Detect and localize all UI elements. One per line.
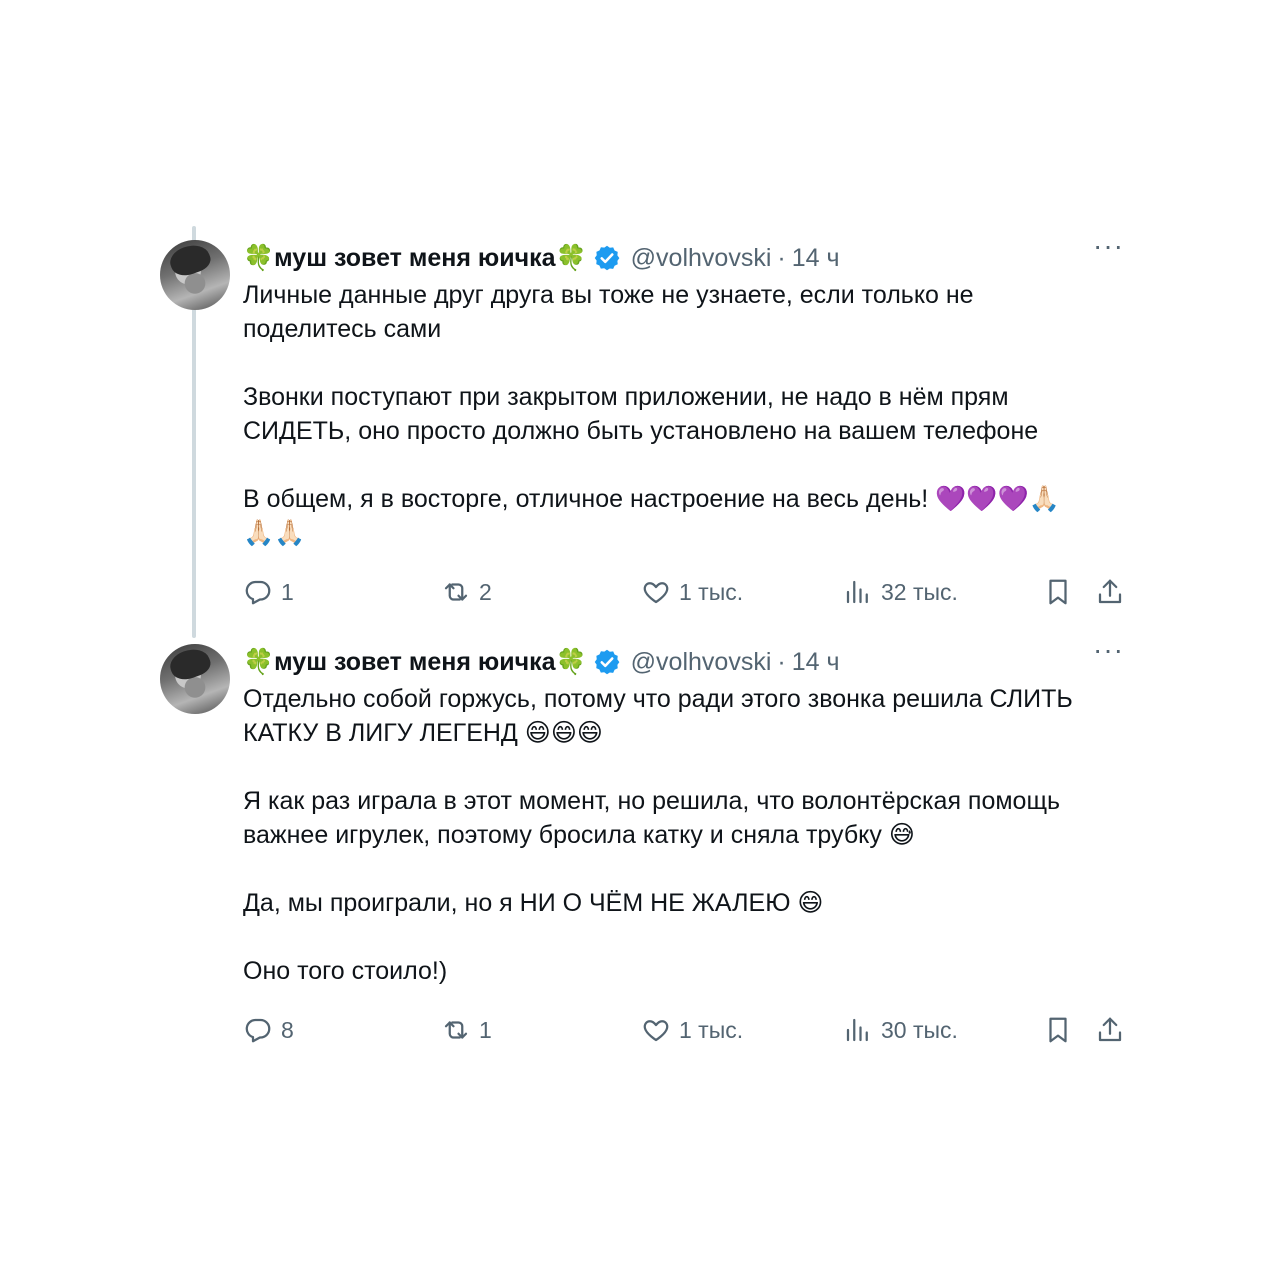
views-icon — [846, 1018, 868, 1042]
separator-dot: · — [777, 243, 786, 272]
bookmark-button[interactable] — [1043, 1010, 1081, 1050]
more-icon[interactable]: ··· — [1093, 230, 1124, 262]
avatar[interactable] — [160, 644, 230, 714]
tweet-actions: 8 1 1 тыс. 30 тыс. — [243, 1010, 1130, 1050]
views-button[interactable]: 30 тыс. — [843, 1010, 958, 1050]
avatar[interactable] — [160, 240, 230, 310]
views-button[interactable]: 32 тыс. — [843, 572, 958, 612]
author-handle[interactable]: @volhvovski — [631, 648, 772, 677]
separator-dot: · — [777, 647, 786, 676]
more-icon[interactable]: ··· — [1093, 634, 1124, 666]
views-count: 32 тыс. — [881, 578, 958, 605]
verified-badge-icon — [594, 245, 620, 271]
like-count: 1 тыс. — [679, 578, 744, 605]
like-icon — [643, 1020, 669, 1042]
author-name[interactable]: 🍀муш зовет меня юичка🍀 — [243, 648, 587, 677]
views-count: 30 тыс. — [881, 1016, 958, 1043]
bookmark-icon — [1049, 579, 1067, 605]
share-button[interactable] — [1095, 1010, 1133, 1050]
reply-count: 1 — [281, 578, 294, 605]
verified-badge-icon — [594, 649, 620, 675]
timestamp[interactable]: 14 ч — [792, 244, 840, 273]
views-icon — [846, 580, 868, 604]
author-handle[interactable]: @volhvovski — [631, 244, 772, 273]
bookmark-button[interactable] — [1043, 572, 1081, 612]
like-button[interactable]: 1 тыс. — [641, 1010, 743, 1050]
repost-icon — [444, 1021, 468, 1039]
reply-icon — [245, 580, 271, 605]
repost-button[interactable]: 1 — [441, 1010, 492, 1050]
share-icon — [1098, 1017, 1122, 1042]
author-name[interactable]: 🍀муш зовет меня юичка🍀 — [243, 244, 587, 273]
timestamp[interactable]: 14 ч — [792, 648, 840, 677]
reply-count: 8 — [281, 1016, 294, 1043]
reply-button[interactable]: 8 — [243, 1010, 294, 1050]
reply-icon — [245, 1018, 271, 1043]
repost-count: 1 — [479, 1016, 492, 1043]
tweet-header: 🍀муш зовет меня юичка🍀 @volhvovski · 14 … — [243, 230, 1130, 276]
like-button[interactable]: 1 тыс. — [641, 572, 743, 612]
tweet-actions: 1 2 1 тыс. 32 тыс. — [243, 572, 1130, 612]
repost-icon — [444, 583, 468, 601]
repost-button[interactable]: 2 — [441, 572, 492, 612]
tweet-text: Личные данные друг друга вы тоже не узна… — [243, 281, 1060, 547]
like-count: 1 тыс. — [679, 1016, 744, 1043]
bookmark-icon — [1049, 1017, 1067, 1043]
tweet-text: Отдельно собой горжусь, потому что ради … — [243, 685, 1073, 985]
like-icon — [643, 582, 669, 604]
reply-button[interactable]: 1 — [243, 572, 294, 612]
share-button[interactable] — [1095, 572, 1133, 612]
tweet-header: 🍀муш зовет меня юичка🍀 @volhvovski · 14 … — [243, 634, 1130, 680]
repost-count: 2 — [479, 578, 492, 605]
share-icon — [1098, 579, 1122, 604]
